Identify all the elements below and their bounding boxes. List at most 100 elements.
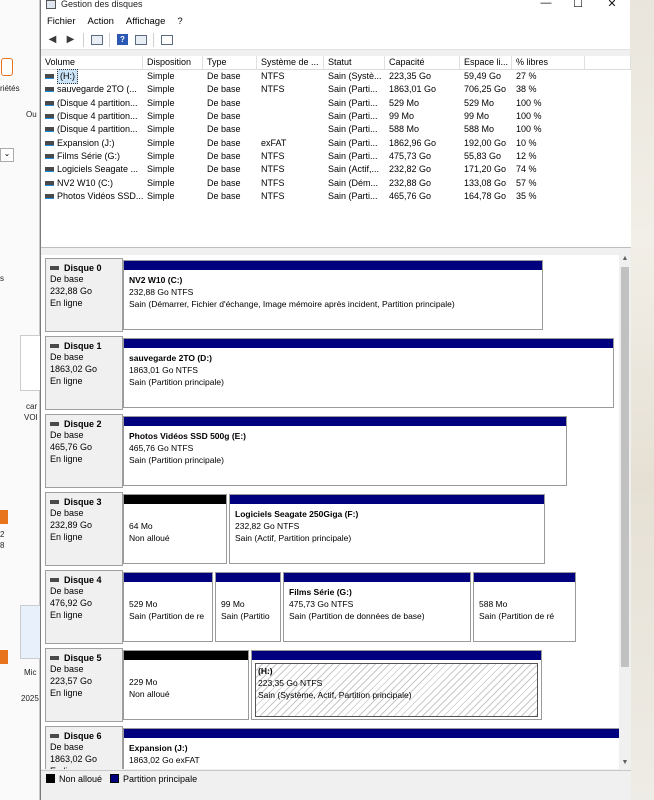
title-bar[interactable]: Gestion des disques — ☐ ✕ (41, 0, 630, 12)
volume-name-cell: sauvegarde 2TO (... (41, 83, 143, 96)
disk-label[interactable]: Disque 6De base 1863,02 GoEn ligne (45, 726, 123, 769)
partition-block[interactable]: Films Série (G:) 475,73 Go NTFS Sain (Part… (283, 572, 471, 642)
partition-block[interactable]: (H:) 223,35 Go NTFS Sain (Système, Actif, … (251, 650, 542, 720)
disk-row: Disque 3 De base 232,89 Go En ligne 64 Mo Non… (45, 492, 619, 566)
vertical-scrollbar[interactable]: ▲ ▼ (619, 255, 631, 769)
toolbar: ◀ ▶ ? (41, 30, 630, 50)
menu-help[interactable]: ? (177, 16, 182, 27)
view-icon[interactable] (133, 33, 148, 47)
bg-text-fragment: VOI (24, 413, 38, 422)
volume-icon (45, 74, 54, 80)
volume-name-cell: Photos Vidéos SSD... (41, 190, 143, 203)
back-icon[interactable]: ◀ (45, 33, 60, 47)
volume-cell: Simple (147, 190, 175, 201)
scrollbar-thumb[interactable] (621, 267, 629, 667)
disk-row: Disque 1 De base 1863,02 Go En ligne sauvega… (45, 336, 619, 410)
partition-block[interactable]: Photos Vidéos SSD 500g (E:) 465,76 Go NTF… (123, 416, 567, 486)
volume-row[interactable]: NV2 W10 (C:) Simple De base NTFS Sain (Dém..… (41, 176, 631, 189)
volume-cell: 10 % (516, 137, 537, 148)
volume-cell: 588 Mo (389, 124, 420, 135)
properties-icon[interactable] (89, 33, 104, 47)
menu-affichage[interactable]: Affichage (126, 16, 165, 27)
volume-name-cell: Logiciels Seagate ... (41, 163, 143, 176)
volume-row[interactable]: Photos Vidéos SSD... Simple De base NTFS Sai… (41, 190, 631, 203)
volume-cell: De base (207, 150, 241, 161)
partition-block[interactable]: 99 Mo Sain (Partitio (215, 572, 281, 642)
partition-status: Sain (Partition de ré (479, 611, 555, 621)
volume-row[interactable]: (Disque 4 partition... Simple De base Sain … (41, 97, 631, 110)
partition-block[interactable]: 529 Mo Sain (Partition de re (123, 572, 213, 642)
partition-detail: 229 Mo (129, 677, 158, 687)
partition-status: Sain (Partition principale) (129, 766, 631, 769)
scroll-down-icon[interactable]: ▼ (619, 759, 631, 769)
maximize-button[interactable]: ☐ (563, 0, 593, 11)
volume-cell: 232,88 Go (389, 177, 432, 188)
disk-graphical-view: Disque 0 De base 232,88 Go En ligne NV2 W10 … (41, 255, 631, 769)
volume-row[interactable]: Logiciels Seagate ... Simple De base NTFS Sa… (41, 163, 631, 176)
partition-block[interactable]: 64 Mo Non alloué (123, 494, 227, 564)
legend-unallocated: Non alloué (59, 773, 103, 784)
partition-block[interactable]: 588 Mo Sain (Partition de ré (473, 572, 576, 642)
column-header[interactable]: Volume (41, 56, 143, 69)
console-icon[interactable] (159, 33, 174, 47)
partition-block[interactable]: Logiciels Seagate 250Giga (F:) 232,82 Go … (229, 494, 545, 564)
volume-icon (45, 127, 54, 133)
unallocated-swatch (46, 774, 55, 783)
forward-icon[interactable]: ▶ (63, 33, 78, 47)
partition-block[interactable]: 229 Mo Non alloué (123, 650, 249, 720)
column-header[interactable]: Capacité (385, 56, 460, 69)
volume-cell: De base (207, 137, 241, 148)
disk-label[interactable]: Disque 0 De base 232,88 Go En ligne (45, 258, 123, 332)
volume-cell: 1863,01 Go (389, 84, 437, 95)
disk-label[interactable]: Disque 3 De base 232,89 Go En ligne (45, 492, 123, 566)
volume-row[interactable]: (H:) Simple De base NTFS Sain (Systè... 223,3… (41, 69, 631, 85)
partition-detail: 232,82 Go NTFS (235, 521, 300, 531)
disk-size: 232,88 Go (50, 286, 93, 296)
volume-cell: 171,20 Go (464, 164, 507, 175)
volume-cell: NTFS (261, 177, 285, 188)
column-header[interactable]: Disposition (143, 56, 203, 69)
volume-row[interactable]: Expansion (J:) Simple De base exFAT Sain (Pa… (41, 136, 631, 149)
disk-icon (50, 578, 59, 582)
volume-cell: Simple (147, 124, 175, 135)
volume-row[interactable]: sauvegarde 2TO (... Simple De base NTFS Sain… (41, 83, 631, 96)
dropdown-icon: ⌄ (0, 148, 14, 162)
partition-bar (252, 651, 541, 660)
minimize-button[interactable]: — (531, 0, 561, 11)
volume-cell: Sain (Parti... (328, 124, 378, 135)
help-icon[interactable]: ? (115, 33, 130, 47)
partition-block[interactable]: Expansion (J:) 1863,02 Go exFATSain (Part… (123, 728, 631, 769)
volume-row[interactable]: (Disque 4 partition... Simple De base Sain … (41, 123, 631, 136)
partition-detail: 232,88 Go NTFS (129, 287, 194, 297)
close-button[interactable]: ✕ (597, 0, 627, 11)
disk-label[interactable]: Disque 4 De base 476,92 Go En ligne (45, 570, 123, 644)
partition-block[interactable]: NV2 W10 (C:) 232,88 Go NTFS Sain (Démarrer… (123, 260, 543, 330)
column-header[interactable]: Type (203, 56, 257, 69)
volume-icon (45, 153, 54, 159)
partition-name: Films Série (G:) (289, 587, 352, 597)
scroll-up-icon[interactable]: ▲ (619, 255, 631, 265)
volume-cell: Sain (Parti... (328, 97, 378, 108)
partition-bar (124, 495, 226, 504)
volume-cell: De base (207, 164, 241, 175)
disk-label[interactable]: Disque 5 De base 223,57 Go En ligne (45, 648, 123, 722)
disk-label[interactable]: Disque 1 De base 1863,02 Go En ligne (45, 336, 123, 410)
column-header[interactable]: Espace li... (460, 56, 512, 69)
column-header[interactable]: % libres (512, 56, 585, 69)
column-header[interactable]: Statut (324, 56, 385, 69)
volume-cell: Simple (147, 84, 175, 95)
disk-label[interactable]: Disque 2 De base 465,76 Go En ligne (45, 414, 123, 488)
volume-row[interactable]: (Disque 4 partition... Simple De base Sain … (41, 110, 631, 123)
partition-block[interactable]: sauvegarde 2TO (D:) 1863,01 Go NTFS Sain (… (123, 338, 614, 408)
volume-icon (45, 87, 54, 93)
volume-row[interactable]: Films Série (G:) Simple De base NTFS Sain (P… (41, 150, 631, 163)
menu-fichier[interactable]: Fichier (47, 16, 76, 27)
volume-name: (Disque 4 partition... (57, 97, 138, 108)
bg-text-fragment: Ou (26, 110, 37, 119)
app-thumbnail (20, 605, 42, 659)
desktop-background (630, 0, 654, 800)
partition-bar (124, 261, 542, 270)
disk-type: De base (50, 430, 84, 440)
menu-action[interactable]: Action (88, 16, 114, 27)
column-header[interactable]: Système de ... (257, 56, 324, 69)
